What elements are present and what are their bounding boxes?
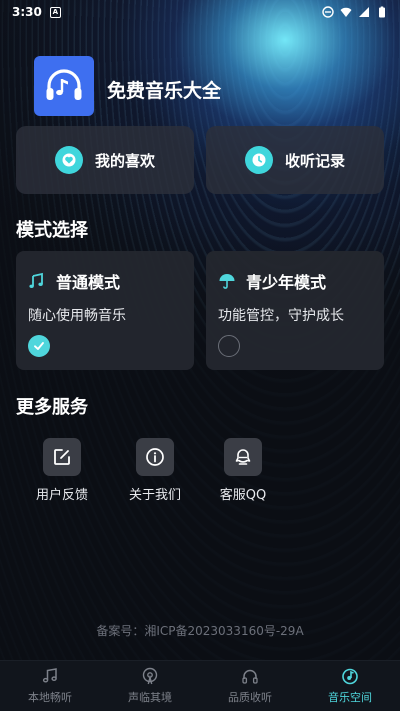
- customer-service-qq-label: 客服QQ: [219, 488, 267, 503]
- my-favorites-label: 我的喜欢: [94, 151, 155, 170]
- normal-mode-card[interactable]: 普通模式 随心使用畅音乐: [16, 251, 194, 370]
- notification-a-icon: A: [49, 6, 61, 18]
- battery-icon: [379, 6, 385, 18]
- teen-mode-desc: 功能管控，守护成长: [218, 308, 344, 324]
- about-us-button[interactable]: 关于我们: [115, 438, 195, 503]
- services-section-title: 更多服务: [16, 397, 88, 418]
- listening-history-label: 收听记录: [284, 151, 345, 170]
- nav-quality-listening[interactable]: 品质收听: [200, 661, 300, 711]
- status-bar: 3:30 A: [0, 0, 400, 24]
- edit-icon: [54, 449, 70, 465]
- teen-mode-checkbox[interactable]: [218, 335, 240, 357]
- listening-history-button[interactable]: 收听记录: [206, 126, 384, 194]
- heart-icon: [54, 146, 83, 174]
- signal-icon: [359, 7, 369, 17]
- do-not-disturb-icon: [322, 6, 334, 18]
- nav-music-space[interactable]: 音乐空间: [300, 661, 400, 711]
- mode-section-title: 模式选择: [16, 220, 88, 241]
- user-feedback-label: 用户反馈: [35, 488, 88, 503]
- info-icon: [146, 448, 164, 466]
- nav-music-space-label: 音乐空间: [328, 691, 372, 704]
- my-favorites-button[interactable]: 我的喜欢: [16, 126, 194, 194]
- qq-icon: [235, 449, 251, 465]
- teen-mode-name: 青少年模式: [246, 273, 327, 292]
- about-us-label: 关于我们: [128, 488, 181, 503]
- music-notes-icon: [29, 272, 43, 288]
- headphones-icon: [242, 669, 258, 684]
- teen-mode-card[interactable]: 青少年模式 功能管控，守护成长: [206, 251, 384, 370]
- app-logo: [34, 56, 94, 116]
- nav-immersive[interactable]: 声临其境: [100, 661, 200, 711]
- nav-immersive-label: 声临其境: [128, 691, 172, 704]
- normal-mode-checkbox[interactable]: [28, 335, 50, 357]
- user-feedback-button[interactable]: 用户反馈: [22, 438, 102, 503]
- podcast-icon: [142, 667, 158, 685]
- normal-mode-name: 普通模式: [56, 273, 121, 292]
- customer-service-qq-button[interactable]: 客服QQ: [203, 438, 283, 503]
- umbrella-icon: [219, 274, 235, 289]
- headphones-note-logo-icon: [46, 69, 82, 100]
- clock-icon: [244, 146, 273, 174]
- app-title: 免费音乐大全: [107, 80, 222, 102]
- nav-quality-listening-label: 品质收听: [228, 691, 272, 704]
- check-icon: [34, 342, 44, 350]
- nav-local-listening-label: 本地畅听: [28, 691, 72, 704]
- music-disc-icon: [342, 668, 358, 685]
- normal-mode-desc: 随心使用畅音乐: [28, 308, 126, 324]
- wifi-icon: [340, 7, 352, 17]
- icp-filing-number: 备案号：湘ICP备2023033160号-29A: [96, 624, 304, 638]
- status-time: 3:30: [12, 5, 42, 19]
- music-note-icon: [42, 668, 57, 683]
- nav-local-listening[interactable]: 本地畅听: [0, 661, 100, 711]
- bottom-nav: 本地畅听 声临其境 品质收听 音乐空间: [0, 660, 400, 711]
